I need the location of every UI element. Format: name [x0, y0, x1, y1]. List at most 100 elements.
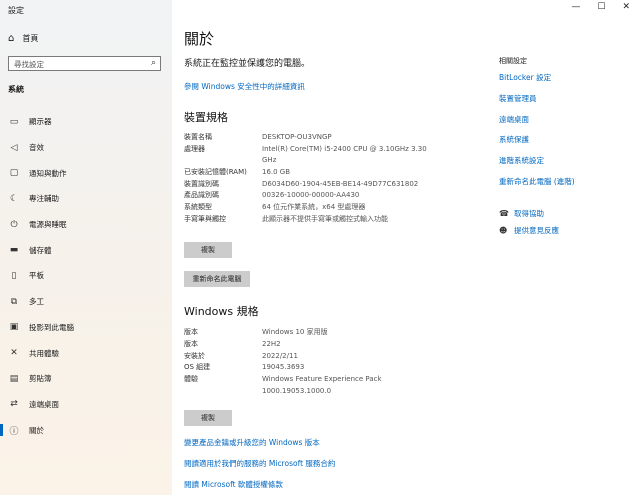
project-icon: ▣ — [9, 322, 19, 333]
spec-key: 版本 — [184, 339, 198, 348]
sidebar-item-label: 共用體驗 — [29, 348, 59, 358]
system-nav: ▭ 顯示器 ◁ 音效 ▢ 通知與動作 ☾ 專注輔助 ⏻ 電源與睡眠 ▬ 儲存體 ▯ 平板 ⧉ 多… — [0, 109, 172, 443]
spec-value: 19045.3693 — [262, 363, 305, 372]
spec-value: Windows 10 家用版 — [262, 328, 328, 336]
spec-row: OS 組建 19045.3693 — [184, 362, 462, 374]
give-feedback-link[interactable]: ☻ 提供意見反應 — [499, 225, 559, 236]
spec-key: 體驗 — [184, 375, 198, 384]
search-icon: ⌕ — [150, 58, 156, 68]
spec-row: 已安裝記憶體(RAM) 16.0 GB — [184, 167, 462, 179]
sidebar-item-label: 投影到此電腦 — [29, 322, 74, 332]
sidebar-item-projecting[interactable]: ▣ 投影到此電腦 — [0, 315, 172, 341]
spec-key: 系統類型 — [184, 203, 212, 212]
rename-pc-button[interactable]: 重新命名此電腦 — [184, 271, 250, 287]
clipboard-icon: ▤ — [9, 373, 19, 384]
spec-key: 安裝於 — [184, 351, 205, 360]
copy-windows-specs-button[interactable]: 複製 — [184, 410, 232, 426]
sidebar-item-label: 音效 — [29, 143, 44, 153]
spec-row: 裝置識別碼 D6034D60-1904-45EB-BE14-49D77C63180… — [184, 179, 462, 191]
display-icon: ▭ — [9, 116, 19, 127]
advanced-system-settings-link[interactable]: 進階系統設定 — [499, 155, 575, 176]
spec-key: 手寫筆與觸控 — [184, 214, 226, 223]
spec-row: 體驗 Windows Feature Experience Pack 1000.1… — [184, 374, 462, 397]
info-icon: ⓘ — [9, 426, 19, 437]
sidebar-item-label: 通知與動作 — [29, 168, 67, 178]
device-specs-heading: 裝置規格 — [184, 111, 228, 124]
spec-row: 裝置名稱 DESKTOP-OU3VNGP — [184, 132, 462, 144]
spec-value: 64 位元作業系統，x64 型處理器 — [262, 203, 366, 212]
sidebar-item-focus[interactable]: ☾ 專注輔助 — [0, 186, 172, 212]
change-product-key-link[interactable]: 變更產品金鑰或升級您的 Windows 版本 — [184, 437, 320, 448]
rename-pc-advanced-link[interactable]: 重新命名此電腦 (進階) — [499, 176, 575, 197]
spec-key: 裝置名稱 — [184, 133, 212, 141]
sidebar-item-about[interactable]: ⓘ 關於 — [0, 417, 172, 443]
spec-key: 版本 — [184, 328, 198, 336]
spec-key: 處理器 — [184, 144, 205, 153]
spec-row: 處理器 Intel(R) Core(TM) i5-2400 CPU @ 3.10G… — [184, 144, 462, 167]
spec-value: D6034D60-1904-45EB-BE14-49D77C631802 — [262, 179, 419, 188]
device-manager-link[interactable]: 裝置管理員 — [499, 93, 575, 114]
copy-device-specs-button[interactable]: 複製 — [184, 242, 232, 258]
maximize-button[interactable]: ☐ — [597, 2, 605, 12]
sidebar-item-notifications[interactable]: ▢ 通知與動作 — [0, 160, 172, 186]
help-icon: ☎ — [499, 209, 509, 218]
close-button[interactable]: ✕ — [622, 2, 630, 12]
spec-value: Windows Feature Experience Pack 1000.190… — [262, 375, 382, 395]
spec-row: 版本 22H2 — [184, 339, 462, 351]
remote-desktop-link[interactable]: 遠端桌面 — [499, 114, 575, 135]
services-agreement-link[interactable]: 閱讀適用於我們的服務的 Microsoft 服務合約 — [184, 458, 335, 469]
sidebar-item-clipboard[interactable]: ▤ 剪貼簿 — [0, 366, 172, 392]
minimize-button[interactable]: — — [571, 2, 580, 12]
sidebar-item-tablet[interactable]: ▯ 平板 — [0, 263, 172, 289]
sidebar-item-label: 關於 — [29, 425, 44, 435]
related-settings: 相關設定 BitLocker 設定 裝置管理員 遠端桌面 系統保護 進階系統設定… — [499, 56, 575, 197]
home-nav-item[interactable]: ⌂ 首頁 — [8, 33, 38, 44]
windows-specs-table: 版本 Windows 10 家用版 版本 22H2 安裝於 2022/2/11 OS … — [184, 327, 462, 397]
spec-key: OS 組建 — [184, 363, 211, 372]
tablet-icon: ▯ — [11, 270, 17, 281]
sidebar-item-power[interactable]: ⏻ 電源與睡眠 — [0, 212, 172, 238]
sidebar-item-label: 遠端桌面 — [29, 399, 59, 409]
sidebar-item-label: 電源與睡眠 — [29, 220, 67, 230]
power-icon: ⏻ — [10, 219, 18, 230]
spec-value: 2022/2/11 — [262, 351, 298, 360]
bitlocker-settings-link[interactable]: BitLocker 設定 — [499, 72, 575, 93]
spec-row: 安裝於 2022/2/11 — [184, 351, 462, 363]
sidebar-item-multitasking[interactable]: ⧉ 多工 — [0, 289, 172, 315]
get-help-link[interactable]: ☎ 取得協助 — [499, 208, 544, 219]
license-terms-link[interactable]: 閱讀 Microsoft 軟體授權條款 — [184, 479, 283, 490]
sidebar: 設定 ⌂ 首頁 尋找設定 ⌕ 系統 ▭ 顯示器 ◁ 音效 ▢ 通知與動作 ☾ 專注輔助 … — [0, 0, 172, 495]
security-details-link[interactable]: 參閱 Windows 安全性中的詳細資訊 — [184, 81, 305, 92]
spec-value: 此顯示器不提供手寫筆或觸控式輸入功能 — [262, 214, 388, 223]
sidebar-item-sound[interactable]: ◁ 音效 — [0, 135, 172, 161]
spec-value: 16.0 GB — [262, 167, 291, 176]
spec-value: DESKTOP-OU3VNGP — [262, 133, 332, 141]
related-settings-heading: 相關設定 — [499, 57, 527, 65]
storage-icon: ▬ — [9, 245, 19, 256]
get-help-label: 取得協助 — [514, 209, 544, 218]
sidebar-item-storage[interactable]: ▬ 儲存體 — [0, 237, 172, 263]
home-icon: ⌂ — [8, 33, 15, 44]
main-content: — ☐ ✕ 關於 系統正在監控並保護您的電腦。 參閱 Windows 安全性中的… — [172, 0, 640, 495]
sidebar-item-label: 顯示器 — [29, 117, 52, 127]
spec-row: 手寫筆與觸控 此顯示器不提供手寫筆或觸控式輸入功能 — [184, 214, 462, 226]
spec-row: 產品識別碼 00326-10000-00000-AA430 — [184, 190, 462, 202]
sidebar-item-label: 多工 — [29, 297, 44, 307]
spec-key: 裝置識別碼 — [184, 179, 219, 188]
search-placeholder: 尋找設定 — [14, 60, 44, 69]
sound-icon: ◁ — [10, 142, 18, 153]
sidebar-item-label: 剪貼簿 — [29, 374, 52, 384]
sidebar-item-display[interactable]: ▭ 顯示器 — [0, 109, 172, 135]
system-protection-link[interactable]: 系統保護 — [499, 134, 575, 155]
remote-icon: ⇄ — [10, 399, 18, 410]
spec-row: 系統類型 64 位元作業系統，x64 型處理器 — [184, 202, 462, 214]
spec-value: 00326-10000-00000-AA430 — [262, 191, 360, 200]
device-specs-table: 裝置名稱 DESKTOP-OU3VNGP 處理器 Intel(R) Core(TM)… — [184, 132, 462, 226]
sidebar-item-shared[interactable]: ✕ 共用體驗 — [0, 340, 172, 366]
shared-icon: ✕ — [10, 348, 18, 359]
search-input[interactable]: 尋找設定 ⌕ — [8, 56, 161, 71]
spec-value: 22H2 — [262, 339, 281, 348]
sidebar-item-label: 平板 — [29, 271, 44, 281]
sidebar-item-remote-desktop[interactable]: ⇄ 遠端桌面 — [0, 392, 172, 418]
window-title: 設定 — [8, 6, 24, 15]
